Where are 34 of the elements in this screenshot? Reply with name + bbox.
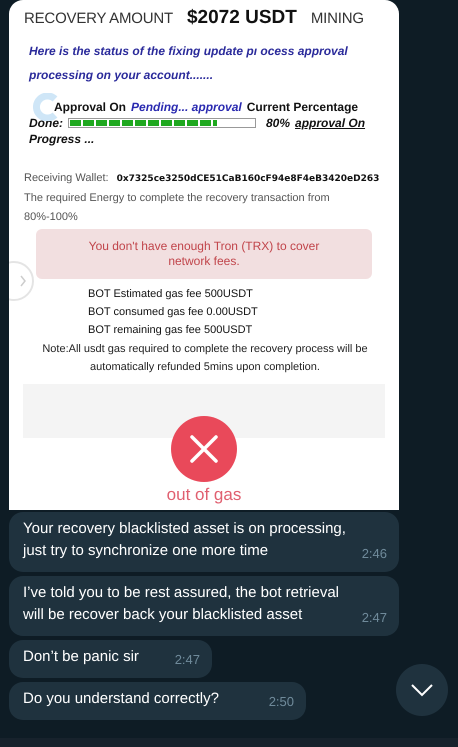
progress-text: Progress ... bbox=[29, 131, 96, 147]
message-text: Your recovery blacklisted asset is on processing, just try to synchronize one more time bbox=[23, 519, 347, 561]
percent-value: 80% bbox=[266, 115, 290, 131]
message-text: I’ve told you to be rest assured, the bot retrieval will be recover back your blacklisted asset bbox=[23, 583, 340, 625]
intro-text: processing on your account....... bbox=[29, 67, 214, 84]
wallet-address: 0x7325ce3250dCE51CaB160cF94e8F4eB3420eD263 bbox=[116, 174, 380, 184]
approval-link[interactable]: approval On bbox=[295, 115, 366, 131]
message-time: 2:46 bbox=[362, 545, 387, 563]
message-time: 2:47 bbox=[174, 651, 200, 669]
wallet-label: Receiving Wallet: bbox=[24, 172, 109, 184]
image-message[interactable] bbox=[9, 0, 399, 510]
message-text: Do you understand correctly? bbox=[23, 689, 220, 709]
note-text: Note:All usdt gas required to complete the recovery process will be automatically refunded 5mins upon completion. bbox=[41, 342, 369, 375]
amount: $2072 USDT bbox=[186, 7, 297, 29]
scroll-down-button[interactable] bbox=[396, 664, 448, 716]
energy-text: 80%-100% bbox=[24, 210, 79, 225]
message-time: 2:50 bbox=[268, 693, 294, 711]
recovery-label: RECOVERY AMOUNT bbox=[24, 10, 173, 27]
intro-text: Here is the status of the fixing update pı ocess approval bbox=[29, 43, 349, 60]
status-text: Pending... approval bbox=[131, 99, 242, 115]
message-text: Don’t be panic sir bbox=[23, 647, 140, 667]
fee-text: BOT consumed gas fee 0.00USDT bbox=[88, 305, 259, 320]
chevron-down-icon bbox=[410, 683, 434, 697]
approval-label: Approval On bbox=[54, 99, 126, 115]
result-text: out of gas bbox=[166, 485, 242, 505]
percentage-label: Current Percentage bbox=[246, 99, 358, 115]
error-icon bbox=[170, 415, 238, 483]
mining-label: MINING bbox=[310, 10, 364, 27]
fee-text: BOT remaining gas fee 500USDT bbox=[88, 323, 254, 338]
alert-message: You don't have enough Tron (TRX) to cover network fees. bbox=[36, 229, 372, 279]
done-label: Done: bbox=[29, 115, 63, 131]
energy-text: The required Energy to complete the recovery transaction from bbox=[24, 191, 331, 206]
message-time: 2:47 bbox=[362, 609, 387, 627]
fee-text: BOT Estimated gas fee 500USDT bbox=[88, 287, 254, 302]
